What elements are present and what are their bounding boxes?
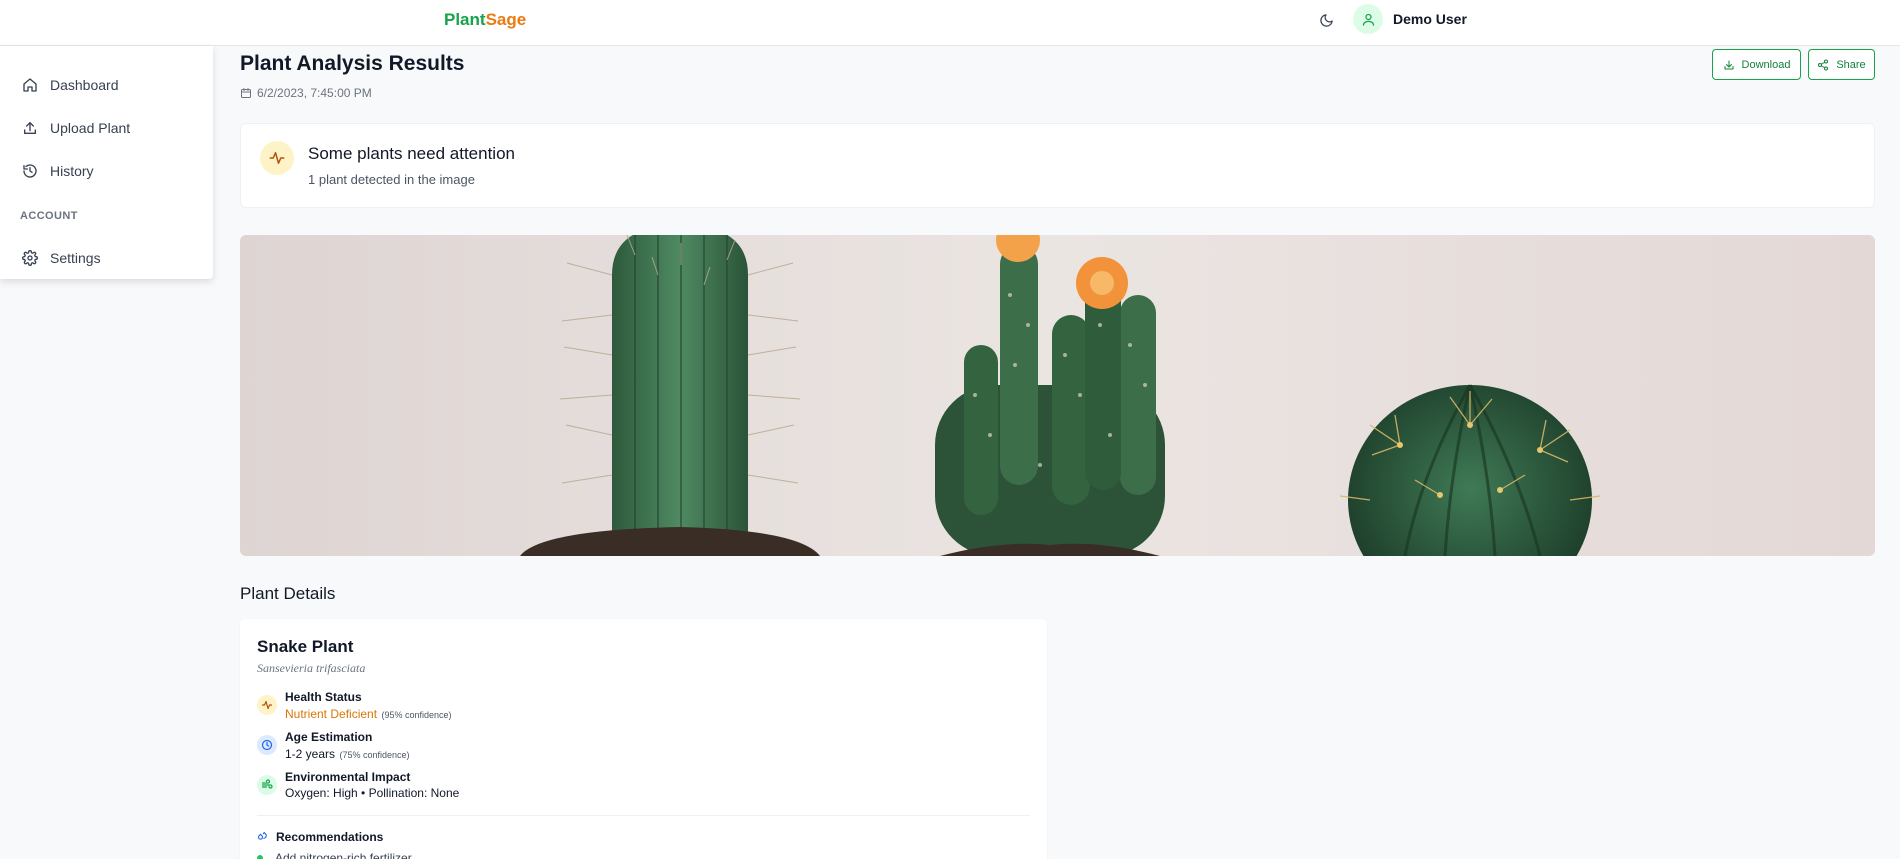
analysis-date-text: 6/2/2023, 7:45:00 PM: [257, 86, 372, 100]
environmental-impact-row: Environmental Impact Oxygen: High • Poll…: [257, 769, 459, 801]
health-status-value: Nutrient Deficient: [285, 707, 378, 721]
user-icon: [1362, 13, 1374, 26]
page-title: Plant Analysis Results: [240, 52, 465, 75]
theme-toggle-button[interactable]: [1316, 10, 1336, 30]
user-name: Demo User: [1393, 11, 1467, 27]
plant-details-heading: Plant Details: [240, 584, 336, 603]
uploaded-plant-image: [240, 235, 1875, 556]
download-button-label: Download: [1741, 58, 1791, 71]
sidebar-section-account: ACCOUNT: [20, 210, 78, 222]
plant-card: Snake Plant Sansevieria trifasciata Heal…: [240, 619, 1047, 859]
gear-icon: [22, 250, 38, 266]
sidebar-item-label: Dashboard: [50, 77, 119, 93]
sidebar-item-settings[interactable]: Settings: [22, 247, 101, 269]
top-bar: PlantSage Demo User: [0, 0, 1900, 46]
recommendations-heading: Recommendations: [257, 830, 383, 844]
age-estimation-value: 1-2 years: [285, 747, 336, 761]
upload-icon: [24, 122, 36, 134]
brand-logo-part1: Plant: [444, 10, 486, 29]
sidebar-item-history[interactable]: History: [22, 160, 94, 182]
recommendations-title: Recommendations: [276, 830, 384, 844]
share-button[interactable]: Share: [1808, 49, 1875, 80]
alert-title: Some plants need attention: [308, 144, 515, 163]
health-confidence: (95% confidence): [381, 710, 452, 720]
avatar: [1353, 4, 1383, 34]
analysis-date: 6/2/2023, 7:45:00 PM: [240, 86, 372, 100]
age-confidence: (75% confidence): [339, 750, 410, 760]
home-icon: [23, 78, 37, 92]
calendar-icon: [241, 88, 251, 98]
health-summary-card: Some plants need attention 1 plant detec…: [240, 123, 1875, 208]
sidebar-item-upload-plant[interactable]: Upload Plant: [22, 117, 130, 139]
sidebar-item-label: History: [50, 163, 94, 179]
plant-name: Snake Plant: [257, 637, 354, 656]
brand-logo-part2: Sage: [485, 10, 527, 29]
cactus-photo-illustration: [240, 235, 1875, 556]
brand-logo[interactable]: PlantSage: [444, 10, 526, 30]
wind-icon: [261, 779, 273, 789]
activity-icon: [269, 152, 285, 164]
sidebar: Dashboard Upload Plant History ACCOUNT S…: [0, 46, 213, 279]
user-menu[interactable]: Demo User: [1353, 4, 1467, 34]
sidebar-item-dashboard[interactable]: Dashboard: [22, 74, 119, 96]
bullet-dot: [257, 855, 263, 859]
health-status-label: Health Status: [285, 690, 362, 704]
sidebar-item-label: Settings: [50, 250, 101, 266]
moon-icon: [1319, 13, 1333, 27]
download-button[interactable]: Download: [1712, 49, 1801, 80]
recommendation-item: Add nitrogen-rich fertilizer: [257, 851, 412, 859]
health-icon-badge: [257, 695, 277, 715]
history-icon: [23, 164, 37, 178]
age-estimation-row: Age Estimation 1-2 years (75% confidence…: [257, 729, 410, 763]
droplets-icon: [257, 831, 267, 840]
alert-icon-badge: [260, 141, 294, 175]
environment-icon-badge: [257, 775, 277, 795]
health-status-row: Health Status Nutrient Deficient (95% co…: [257, 689, 452, 723]
recommendation-text: Add nitrogen-rich fertilizer: [275, 851, 412, 859]
share-button-label: Share: [1836, 58, 1866, 71]
alert-subtitle: 1 plant detected in the image: [308, 172, 475, 187]
age-estimation-label: Age Estimation: [285, 730, 373, 744]
clock-icon: [261, 739, 273, 751]
sidebar-item-label: Upload Plant: [50, 120, 131, 136]
share-icon: [1818, 59, 1829, 70]
activity-icon: [261, 700, 273, 710]
plant-scientific-name: Sansevieria trifasciata: [257, 661, 366, 675]
environmental-impact-label: Environmental Impact: [285, 770, 411, 784]
divider: [257, 815, 1030, 816]
age-icon-badge: [257, 735, 277, 755]
download-icon: [1724, 60, 1734, 69]
environmental-impact-value: Oxygen: High • Pollination: None: [285, 786, 460, 800]
